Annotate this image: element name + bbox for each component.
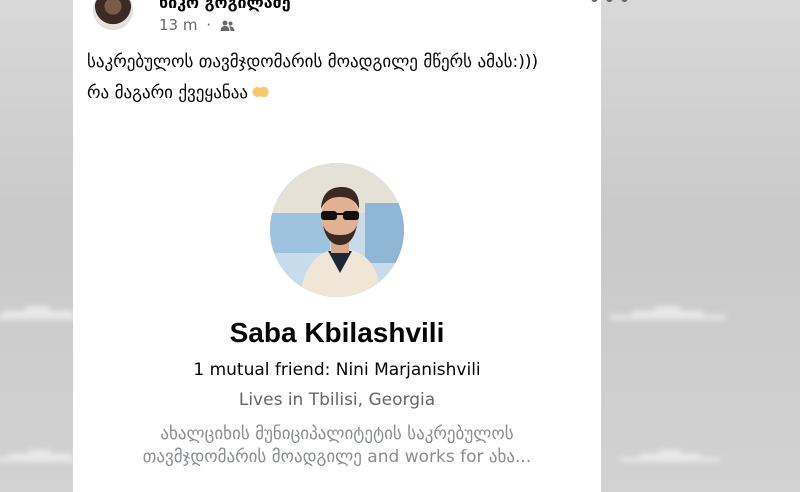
post-time[interactable]: 13 m (159, 16, 197, 34)
post-text-line2-text: რა მაგარი ქვეყანაა (87, 83, 248, 103)
mutual-friends[interactable]: 1 mutual friend: Nini Marjanishvili (73, 360, 601, 380)
post-text-line2: რა მაგარი ქვეყანაა (87, 81, 587, 106)
post-text-line1: საკრებულოს თავმჯდომარის მოადგილე მწერს ა… (87, 52, 539, 72)
ellipsis-icon[interactable]: ••• (588, 0, 633, 13)
friends-icon[interactable] (220, 18, 235, 36)
post-card: ნიკო გოგილაძე 13 m · ••• საკრებულოს თავმ… (73, 0, 631, 492)
blurred-background-text: ▁▂▃▂▁ (620, 432, 720, 462)
post-body: საკრებულოს თავმჯდომარის მოადგილე მწერს ა… (87, 50, 587, 112)
profile-bio: ახალციხის მუნიციპალიტეტის საკრებულოს თავ… (142, 424, 532, 467)
profile-location: Lives in Tbilisi, Georgia (238, 390, 436, 410)
profile-name[interactable]: Saba Kbilashvili (73, 317, 601, 349)
blurred-background-text: ▁▂▃▂▁ (610, 285, 726, 320)
post-meta: 13 m · (159, 16, 235, 36)
meta-separator: · (206, 16, 212, 34)
author-avatar[interactable] (93, 0, 133, 30)
author-name[interactable]: ნიკო გოგილაძე (159, 0, 291, 12)
profile-picture[interactable] (270, 163, 404, 297)
hands-emoji-icon (250, 85, 269, 99)
